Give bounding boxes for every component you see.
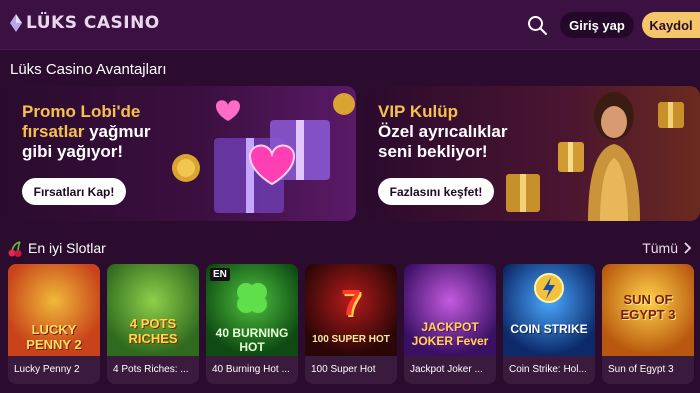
slots-section-header: En iyi Slotlar Tümü — [8, 238, 700, 260]
vip-title-line1: VIP Kulüp — [378, 102, 458, 121]
slot-card[interactable]: COIN STRIKE Coin Strike: Hol... — [503, 264, 595, 384]
slot-art-text: LUCKY PENNY 2 — [26, 322, 82, 352]
vip-title-line2: Özel ayrıcalıklar — [378, 122, 508, 141]
vip-model-illustration — [506, 92, 684, 221]
slot-card[interactable]: 4 POTS RICHES 4 Pots Riches: ... — [107, 264, 199, 384]
seven-symbol: 7 — [340, 282, 362, 323]
vip-club-banner[interactable]: VIP Kulüp Özel ayrıcalıklar seni bekliyo… — [366, 86, 700, 221]
slot-thumbnail: 7 100 SUPER HOT — [305, 264, 397, 356]
slot-art-text: COIN STRIKE — [510, 322, 588, 336]
slot-thumbnail: 4 POTS RICHES — [107, 264, 199, 356]
gifts-illustration — [172, 93, 355, 213]
login-button[interactable]: Giriş yap — [560, 12, 634, 38]
slot-name: 40 Burning Hot ... — [212, 364, 290, 375]
slot-name: 4 Pots Riches: ... — [113, 364, 189, 375]
slot-name: Coin Strike: Hol... — [509, 364, 587, 375]
slot-card[interactable]: SUN OF EGYPT 3 Sun of Egypt 3 — [602, 264, 694, 384]
slot-name: 100 Super Hot — [311, 364, 376, 375]
slot-name: Jackpot Joker ... — [410, 364, 483, 375]
vip-title-line3: seni bekliyor! — [378, 142, 488, 161]
slot-thumbnail: JACKPOT JOKER Fever — [404, 264, 496, 356]
slot-name: Lucky Penny 2 — [14, 364, 80, 375]
slot-thumbnail: COIN STRIKE — [503, 264, 595, 356]
slot-thumbnail: LUCKY PENNY 2 — [8, 264, 100, 356]
promo-title-line2-gold: fırsatlar — [22, 122, 90, 141]
top-header: LÜKS CASINO Giriş yap Kaydol — [0, 0, 700, 50]
slot-art-text: 4 POTS RICHES — [128, 316, 178, 346]
clover-icon — [237, 283, 267, 313]
vip-banner-title: VIP Kulüp Özel ayrıcalıklar seni bekliyo… — [378, 102, 507, 162]
search-icon[interactable] — [526, 14, 548, 36]
promo-banner-title: Promo Lobi'de fırsatlar yağmur gibi yağı… — [22, 102, 151, 162]
slot-art-text: JACKPOT JOKER Fever — [411, 320, 489, 348]
casino-logo[interactable]: LÜKS CASINO — [10, 13, 160, 33]
language-badge: EN — [210, 268, 230, 281]
slot-card[interactable]: EN 40 BURNING HOT 40 Burning Hot ... — [206, 264, 298, 384]
register-button[interactable]: Kaydol — [642, 12, 700, 38]
slot-card[interactable]: 7 100 SUPER HOT 100 Super Hot — [305, 264, 397, 384]
promo-title-line1: Promo Lobi'de — [22, 102, 141, 121]
view-all-link[interactable]: Tümü — [642, 240, 692, 256]
promo-lobby-banner[interactable]: Promo Lobi'de fırsatlar yağmur gibi yağı… — [0, 86, 356, 221]
cherry-icon — [8, 241, 22, 257]
page-title: Lüks Casino Avantajları — [10, 61, 167, 78]
slot-card[interactable]: JACKPOT JOKER Fever Jackpot Joker ... — [404, 264, 496, 384]
slots-carousel: LUCKY PENNY 2 Lucky Penny 2 4 POTS RICHE… — [8, 264, 700, 384]
vip-cta-button[interactable]: Fazlasını keşfet! — [378, 178, 494, 205]
chevron-right-icon — [684, 242, 692, 254]
logo-text: LÜKS CASINO — [26, 13, 160, 33]
slot-art-text: 100 SUPER HOT — [312, 334, 390, 345]
promo-cta-button[interactable]: Fırsatları Kap! — [22, 178, 126, 205]
slot-card[interactable]: LUCKY PENNY 2 Lucky Penny 2 — [8, 264, 100, 384]
slot-art-text: SUN OF EGYPT 3 — [620, 292, 676, 322]
slot-name: Sun of Egypt 3 — [608, 364, 674, 375]
slot-art-text: 40 BURNING HOT — [215, 326, 289, 354]
view-all-label: Tümü — [642, 240, 678, 256]
slot-thumbnail: SUN OF EGYPT 3 — [602, 264, 694, 356]
slot-thumbnail: EN 40 BURNING HOT — [206, 264, 298, 356]
slots-section-title: En iyi Slotlar — [28, 240, 106, 256]
diamond-icon — [10, 14, 22, 32]
promo-title-line3: gibi yağıyor! — [22, 142, 124, 161]
promo-title-line2-white: yağmur — [89, 122, 151, 141]
coin-icon — [534, 273, 564, 303]
